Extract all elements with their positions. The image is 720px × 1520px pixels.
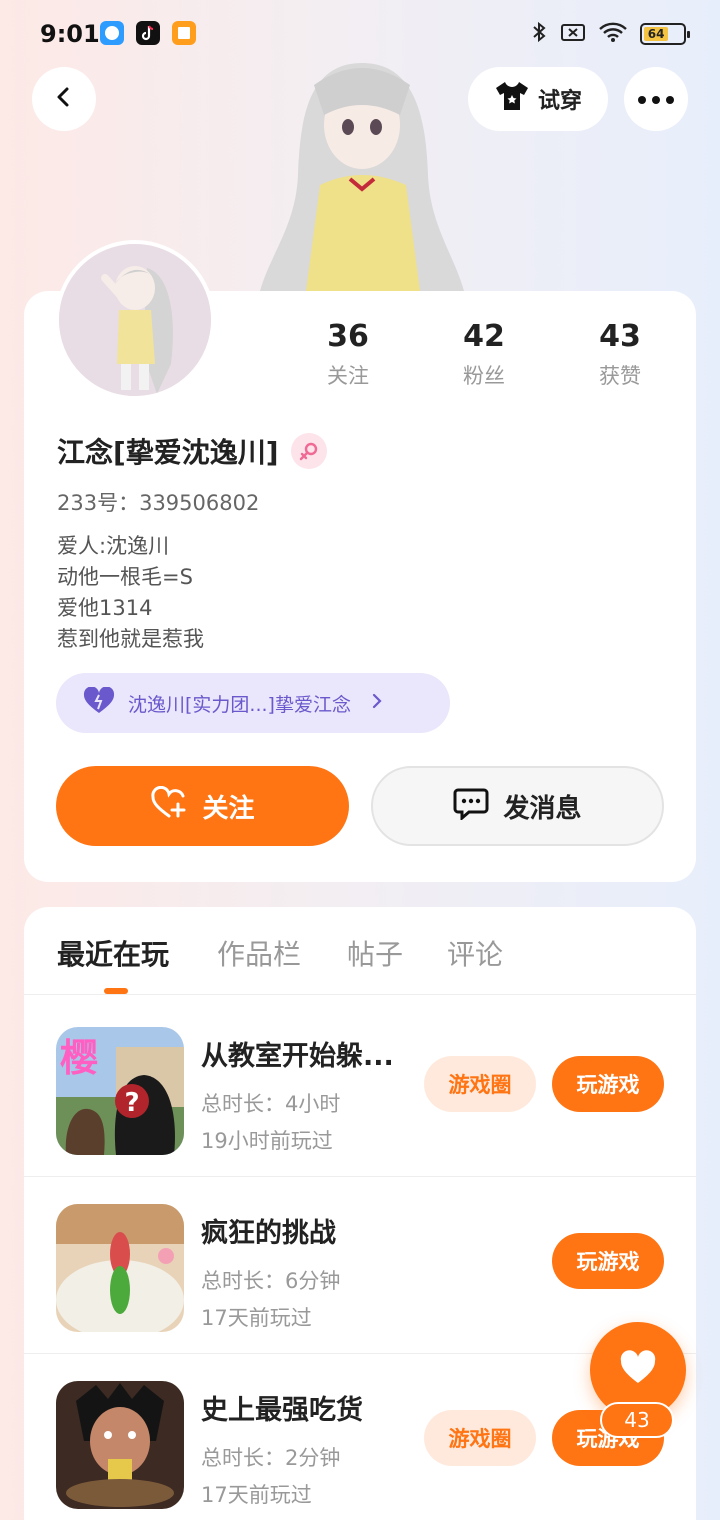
more-button[interactable]: [624, 67, 688, 131]
try-on-label: 试穿: [537, 89, 582, 114]
content-card: 最近在玩 作品栏 帖子 评论 ? 樱 从教室开始躲... 总时长：4小时 19小…: [24, 907, 696, 1520]
game-circle-button[interactable]: 游戏圈: [424, 1410, 536, 1466]
character-showcase[interactable]: [250, 55, 475, 295]
game-title: 疯狂的挑战: [201, 1218, 336, 1249]
game-title: 从教室开始躲...: [201, 1041, 394, 1072]
tab-recently-played[interactable]: 最近在玩: [57, 933, 169, 973]
game-title: 史上最强吃货: [201, 1395, 363, 1426]
stat-likes[interactable]: 43 获赞: [560, 319, 680, 390]
tiktok-app-icon: [136, 21, 160, 45]
nickname-row: 江念[挚爱沈逸川]: [57, 431, 327, 471]
stat-label: 关注: [327, 364, 369, 388]
wifi-icon: [598, 21, 628, 47]
tshirt-icon: [494, 80, 530, 118]
more-dots-icon: [637, 90, 675, 109]
stat-followers[interactable]: 42 粉丝: [424, 319, 544, 390]
game-duration: 总时长：4小时: [201, 1092, 341, 1116]
bio: 爱人:沈逸川 动他一根毛=S 爱他1314 惹到他就是惹我: [57, 531, 204, 655]
messenger-app-icon: [100, 21, 124, 45]
female-gender-icon: [290, 433, 327, 469]
sim-off-icon: [560, 21, 586, 47]
chevron-right-icon: [371, 692, 383, 714]
purple-heart-icon: [82, 686, 116, 719]
like-count-badge: 43: [600, 1402, 674, 1438]
couple-label: 沈逸川[实力团...]挚爱江念: [128, 693, 351, 716]
stat-value: 42: [463, 319, 505, 354]
tab-bar: 最近在玩 作品栏 帖子 评论: [24, 907, 696, 995]
tab-works[interactable]: 作品栏: [217, 933, 301, 973]
game-last-played: 17天前玩过: [201, 1306, 312, 1330]
tab-indicator: [104, 988, 128, 994]
game-icon-classroom[interactable]: ? 樱: [56, 1027, 184, 1155]
nickname: 江念[挚爱沈逸川]: [57, 436, 279, 469]
game-icon-crazy-challenge[interactable]: [56, 1204, 184, 1332]
tab-posts[interactable]: 帖子: [347, 933, 403, 973]
game-circle-button[interactable]: 游戏圈: [424, 1056, 536, 1112]
stat-value: 36: [327, 319, 369, 354]
follow-button[interactable]: 关注: [56, 766, 349, 846]
game-row[interactable]: 疯狂的挑战 总时长：6分钟 17天前玩过 玩游戏: [24, 1177, 696, 1354]
battery-icon: 64: [640, 23, 690, 45]
game-duration: 总时长：2分钟: [201, 1446, 341, 1470]
couple-link[interactable]: 沈逸川[实力团...]挚爱江念: [56, 673, 450, 733]
message-button[interactable]: 发消息: [371, 766, 664, 846]
reader-app-icon: [172, 21, 196, 45]
game-icon-foodie[interactable]: [56, 1381, 184, 1509]
message-label: 发消息: [503, 793, 582, 824]
game-last-played: 17天前玩过: [201, 1483, 312, 1507]
game-duration: 总时长：6分钟: [201, 1269, 341, 1293]
bio-line: 惹到他就是惹我: [57, 627, 204, 651]
stat-label: 粉丝: [463, 364, 505, 388]
bio-line: 爱人:沈逸川: [57, 534, 170, 558]
heart-icon: [618, 1350, 658, 1390]
sakura-char: 樱: [60, 1036, 98, 1080]
back-button[interactable]: [32, 67, 96, 131]
stat-following[interactable]: 36 关注: [288, 319, 408, 390]
heart-plus-icon: [150, 785, 188, 827]
mystery-mark: ?: [124, 1088, 139, 1118]
bio-line: 爱他1314: [57, 596, 153, 620]
tab-comments[interactable]: 评论: [447, 933, 503, 973]
follow-label: 关注: [202, 793, 255, 824]
bluetooth-icon: [530, 20, 548, 48]
chat-bubble-icon: [453, 786, 489, 827]
bio-line: 动他一根毛=S: [57, 565, 193, 589]
game-row[interactable]: ? 樱 从教室开始躲... 总时长：4小时 19小时前玩过 游戏圈 玩游戏: [24, 1000, 696, 1177]
battery-level: 64: [644, 27, 669, 41]
stat-label: 获赞: [599, 364, 641, 388]
status-time: 9:01: [40, 20, 100, 48]
try-on-button[interactable]: 试穿: [468, 67, 608, 131]
chevron-left-icon: [52, 85, 76, 113]
stat-value: 43: [599, 319, 641, 354]
play-game-button[interactable]: 玩游戏: [552, 1056, 664, 1112]
user-id: 233号：339506802: [57, 491, 260, 515]
game-last-played: 19小时前玩过: [201, 1129, 333, 1153]
avatar[interactable]: [55, 240, 215, 400]
play-game-button[interactable]: 玩游戏: [552, 1233, 664, 1289]
